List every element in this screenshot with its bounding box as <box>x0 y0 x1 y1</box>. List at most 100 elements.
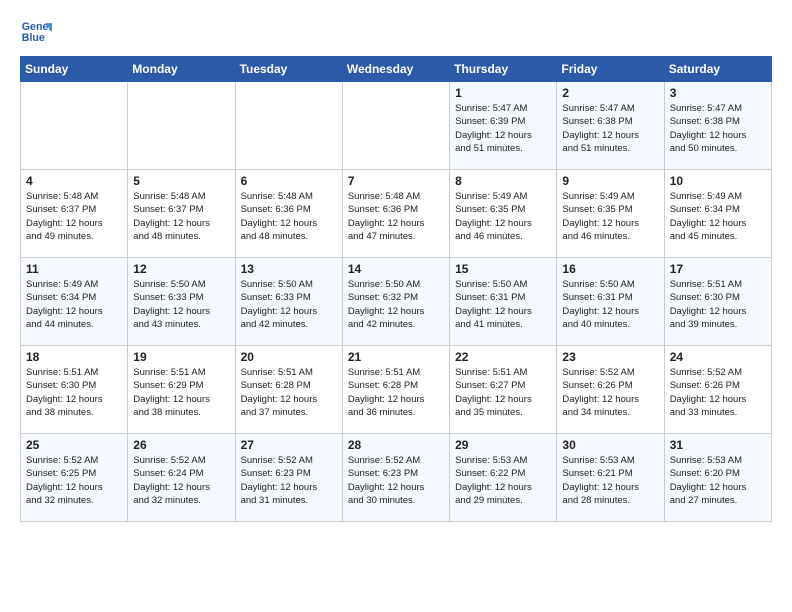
week-row-1: 1 Sunrise: 5:47 AM Sunset: 6:39 PM Daylig… <box>21 82 772 170</box>
day-number: 23 <box>562 350 658 364</box>
day-info: Sunrise: 5:53 AM Sunset: 6:20 PM Dayligh… <box>670 454 766 507</box>
day-cell: 24 Sunrise: 5:52 AM Sunset: 6:26 PM Dayli… <box>664 346 771 434</box>
day-info: Sunrise: 5:47 AM Sunset: 6:38 PM Dayligh… <box>562 102 658 155</box>
day-info: Sunrise: 5:47 AM Sunset: 6:39 PM Dayligh… <box>455 102 551 155</box>
day-info: Sunrise: 5:52 AM Sunset: 6:26 PM Dayligh… <box>562 366 658 419</box>
header-day-saturday: Saturday <box>664 57 771 82</box>
day-info: Sunrise: 5:49 AM Sunset: 6:34 PM Dayligh… <box>26 278 122 331</box>
header-day-monday: Monday <box>128 57 235 82</box>
day-cell <box>21 82 128 170</box>
week-row-4: 18 Sunrise: 5:51 AM Sunset: 6:30 PM Dayli… <box>21 346 772 434</box>
day-cell: 21Sunrise: 5:51 AM Sunset: 6:28 PM Dayli… <box>342 346 449 434</box>
day-info: Sunrise: 5:49 AM Sunset: 6:35 PM Dayligh… <box>562 190 658 243</box>
day-cell: 12 Sunrise: 5:50 AM Sunset: 6:33 PM Dayli… <box>128 258 235 346</box>
logo-icon: General Blue <box>20 16 52 48</box>
day-info: Sunrise: 5:48 AM Sunset: 6:36 PM Dayligh… <box>348 190 444 243</box>
day-number: 2 <box>562 86 658 100</box>
day-cell: 29 Sunrise: 5:53 AM Sunset: 6:22 PM Dayli… <box>450 434 557 522</box>
day-number: 3 <box>670 86 766 100</box>
day-cell: 2 Sunrise: 5:47 AM Sunset: 6:38 PM Daylig… <box>557 82 664 170</box>
day-cell: 13Sunrise: 5:50 AM Sunset: 6:33 PM Dayli… <box>235 258 342 346</box>
day-info: Sunrise: 5:52 AM Sunset: 6:26 PM Dayligh… <box>670 366 766 419</box>
day-number: 13 <box>241 262 337 276</box>
day-number: 24 <box>670 350 766 364</box>
day-info: Sunrise: 5:53 AM Sunset: 6:22 PM Dayligh… <box>455 454 551 507</box>
day-info: Sunrise: 5:51 AM Sunset: 6:30 PM Dayligh… <box>670 278 766 331</box>
day-number: 20 <box>241 350 337 364</box>
day-info: Sunrise: 5:52 AM Sunset: 6:23 PM Dayligh… <box>348 454 444 507</box>
day-cell: 16 Sunrise: 5:50 AM Sunset: 6:31 PM Dayli… <box>557 258 664 346</box>
day-number: 30 <box>562 438 658 452</box>
header-row: SundayMondayTuesdayWednesdayThursdayFrid… <box>21 57 772 82</box>
week-row-3: 11 Sunrise: 5:49 AM Sunset: 6:34 PM Dayli… <box>21 258 772 346</box>
day-cell: 26 Sunrise: 5:52 AM Sunset: 6:24 PM Dayli… <box>128 434 235 522</box>
day-cell: 15 Sunrise: 5:50 AM Sunset: 6:31 PM Dayli… <box>450 258 557 346</box>
day-cell <box>235 82 342 170</box>
day-cell: 31 Sunrise: 5:53 AM Sunset: 6:20 PM Dayli… <box>664 434 771 522</box>
day-number: 16 <box>562 262 658 276</box>
header-day-friday: Friday <box>557 57 664 82</box>
calendar-header: SundayMondayTuesdayWednesdayThursdayFrid… <box>21 57 772 82</box>
day-number: 4 <box>26 174 122 188</box>
header-day-thursday: Thursday <box>450 57 557 82</box>
day-cell <box>128 82 235 170</box>
day-info: Sunrise: 5:50 AM Sunset: 6:31 PM Dayligh… <box>562 278 658 331</box>
day-cell: 9Sunrise: 5:49 AM Sunset: 6:35 PM Daylig… <box>557 170 664 258</box>
day-info: Sunrise: 5:48 AM Sunset: 6:36 PM Dayligh… <box>241 190 337 243</box>
day-number: 19 <box>133 350 229 364</box>
day-info: Sunrise: 5:49 AM Sunset: 6:35 PM Dayligh… <box>455 190 551 243</box>
day-cell: 8 Sunrise: 5:49 AM Sunset: 6:35 PM Daylig… <box>450 170 557 258</box>
day-cell: 25 Sunrise: 5:52 AM Sunset: 6:25 PM Dayli… <box>21 434 128 522</box>
day-info: Sunrise: 5:52 AM Sunset: 6:25 PM Dayligh… <box>26 454 122 507</box>
day-info: Sunrise: 5:50 AM Sunset: 6:33 PM Dayligh… <box>133 278 229 331</box>
day-info: Sunrise: 5:50 AM Sunset: 6:32 PM Dayligh… <box>348 278 444 331</box>
day-number: 7 <box>348 174 444 188</box>
day-number: 21 <box>348 350 444 364</box>
day-number: 25 <box>26 438 122 452</box>
day-cell: 28 Sunrise: 5:52 AM Sunset: 6:23 PM Dayli… <box>342 434 449 522</box>
day-number: 29 <box>455 438 551 452</box>
day-cell: 10Sunrise: 5:49 AM Sunset: 6:34 PM Dayli… <box>664 170 771 258</box>
day-info: Sunrise: 5:51 AM Sunset: 6:27 PM Dayligh… <box>455 366 551 419</box>
day-info: Sunrise: 5:50 AM Sunset: 6:31 PM Dayligh… <box>455 278 551 331</box>
day-number: 8 <box>455 174 551 188</box>
day-cell: 7 Sunrise: 5:48 AM Sunset: 6:36 PM Daylig… <box>342 170 449 258</box>
day-number: 1 <box>455 86 551 100</box>
day-number: 11 <box>26 262 122 276</box>
svg-text:Blue: Blue <box>22 32 45 44</box>
day-cell: 20 Sunrise: 5:51 AM Sunset: 6:28 PM Dayli… <box>235 346 342 434</box>
day-info: Sunrise: 5:52 AM Sunset: 6:24 PM Dayligh… <box>133 454 229 507</box>
day-number: 31 <box>670 438 766 452</box>
day-info: Sunrise: 5:51 AM Sunset: 6:30 PM Dayligh… <box>26 366 122 419</box>
day-number: 26 <box>133 438 229 452</box>
day-info: Sunrise: 5:51 AM Sunset: 6:28 PM Dayligh… <box>241 366 337 419</box>
calendar: SundayMondayTuesdayWednesdayThursdayFrid… <box>20 56 772 522</box>
day-number: 5 <box>133 174 229 188</box>
day-info: Sunrise: 5:48 AM Sunset: 6:37 PM Dayligh… <box>26 190 122 243</box>
header-day-wednesday: Wednesday <box>342 57 449 82</box>
day-cell: 6Sunrise: 5:48 AM Sunset: 6:36 PM Daylig… <box>235 170 342 258</box>
day-cell: 5 Sunrise: 5:48 AM Sunset: 6:37 PM Daylig… <box>128 170 235 258</box>
day-cell: 18 Sunrise: 5:51 AM Sunset: 6:30 PM Dayli… <box>21 346 128 434</box>
header: General Blue <box>20 16 772 48</box>
page: General Blue SundayMondayTuesdayWednesda… <box>0 0 792 532</box>
day-cell: 3Sunrise: 5:47 AM Sunset: 6:38 PM Daylig… <box>664 82 771 170</box>
day-number: 15 <box>455 262 551 276</box>
day-cell: 30 Sunrise: 5:53 AM Sunset: 6:21 PM Dayli… <box>557 434 664 522</box>
day-info: Sunrise: 5:53 AM Sunset: 6:21 PM Dayligh… <box>562 454 658 507</box>
week-row-2: 4 Sunrise: 5:48 AM Sunset: 6:37 PM Daylig… <box>21 170 772 258</box>
day-cell: 17 Sunrise: 5:51 AM Sunset: 6:30 PM Dayli… <box>664 258 771 346</box>
day-number: 14 <box>348 262 444 276</box>
day-cell: 19 Sunrise: 5:51 AM Sunset: 6:29 PM Dayli… <box>128 346 235 434</box>
header-day-sunday: Sunday <box>21 57 128 82</box>
day-info: Sunrise: 5:48 AM Sunset: 6:37 PM Dayligh… <box>133 190 229 243</box>
day-cell <box>342 82 449 170</box>
day-info: Sunrise: 5:51 AM Sunset: 6:29 PM Dayligh… <box>133 366 229 419</box>
day-info: Sunrise: 5:49 AM Sunset: 6:34 PM Dayligh… <box>670 190 766 243</box>
day-number: 18 <box>26 350 122 364</box>
day-number: 12 <box>133 262 229 276</box>
day-number: 28 <box>348 438 444 452</box>
day-number: 17 <box>670 262 766 276</box>
day-cell: 14 Sunrise: 5:50 AM Sunset: 6:32 PM Dayli… <box>342 258 449 346</box>
day-number: 27 <box>241 438 337 452</box>
